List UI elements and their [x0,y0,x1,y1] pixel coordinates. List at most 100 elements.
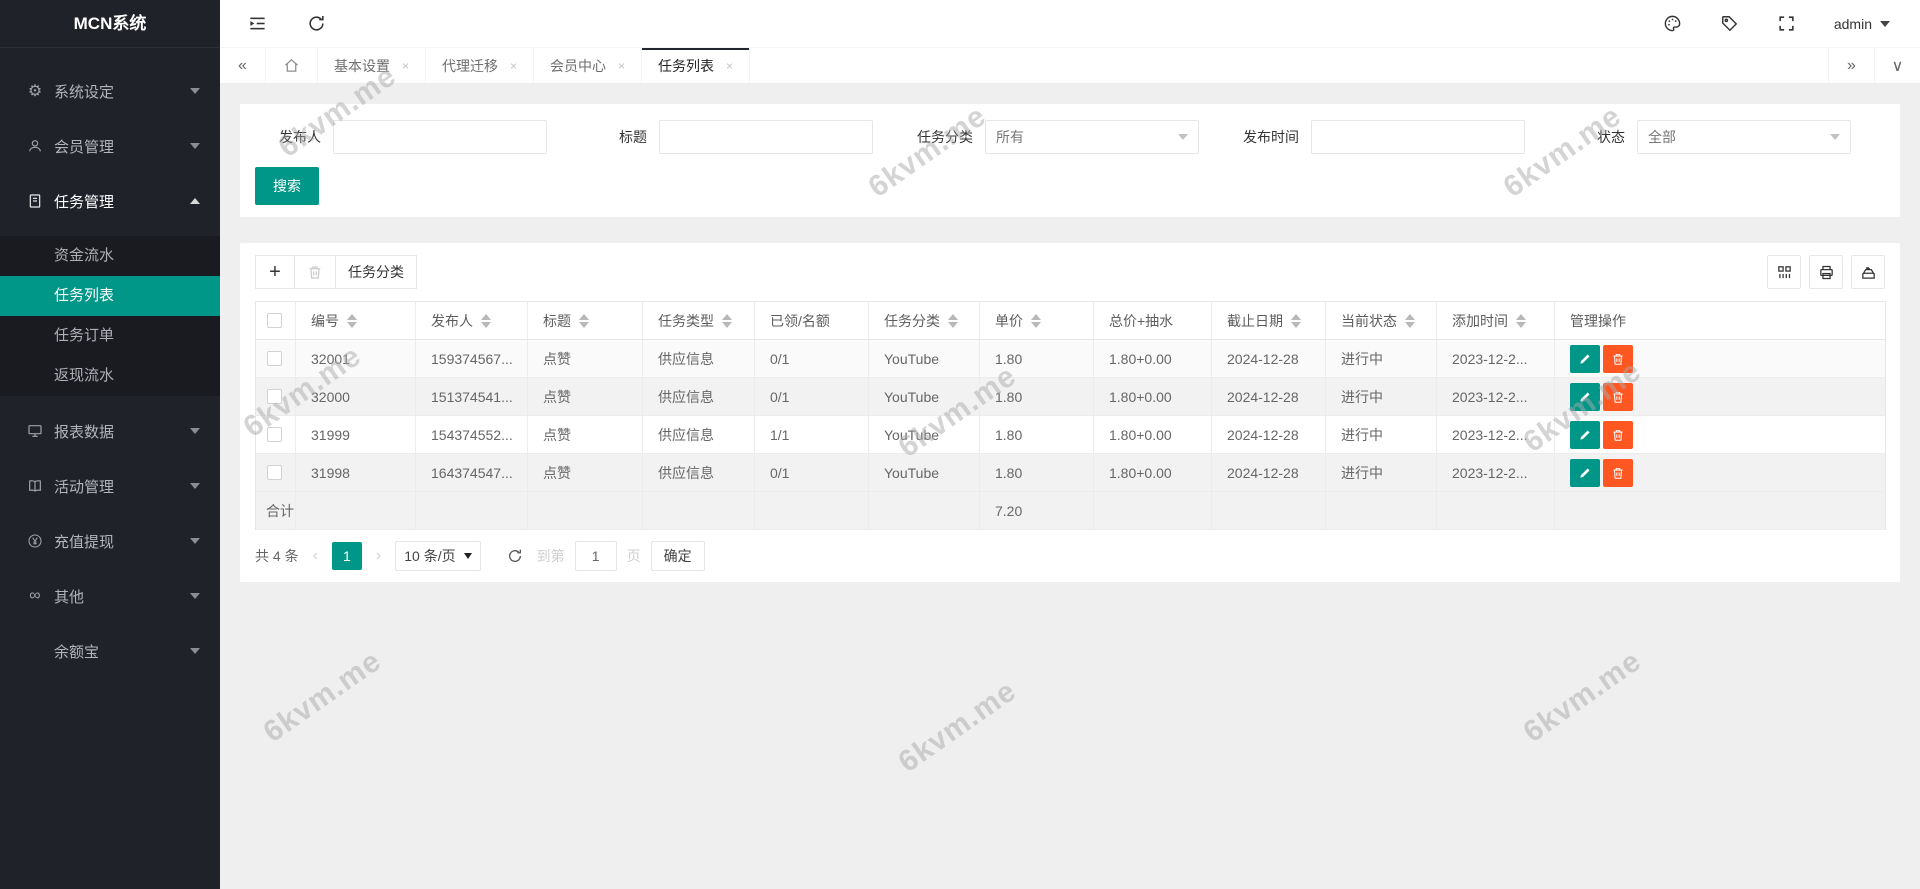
tabs-container: 基本设置 × 代理迁移 × 会员中心 × 任务列表 × [318,48,1828,83]
sort-asc-icon [579,313,589,320]
add-button[interactable]: + [255,255,295,289]
sidebar-item[interactable]: 会员管理 [0,126,220,166]
sidebar-item[interactable]: ∞ 其他 [0,576,220,616]
cell-added-time: 2023-12-2... [1436,339,1555,378]
close-tab-icon[interactable]: × [510,59,517,73]
cell-claimed-quota: 0/1 [754,453,869,492]
page-size-select[interactable]: 10 条/页 [395,541,481,571]
tabs-menu-button[interactable]: ∨ [1874,48,1920,83]
fullscreen-icon[interactable] [1777,14,1796,33]
sidebar-item[interactable]: ⚙ 系统设定 [0,71,220,111]
filter-select[interactable]: 所有 [985,120,1199,154]
sort-asc-icon [722,313,732,320]
sidebar-subitem[interactable]: 返现流水 [0,356,220,396]
tab[interactable]: 基本设置 × [318,48,427,83]
cell-claimed-quota: 1/1 [754,415,869,454]
goto-confirm-button[interactable]: 确定 [650,541,705,571]
sidebar-subitem[interactable]: 任务列表 [0,276,220,316]
sidebar-item[interactable]: 任务管理 [0,181,220,221]
sort-icon[interactable] [722,313,732,328]
delete-selected-button[interactable] [294,255,336,289]
sort-icon[interactable] [347,313,357,328]
row-checkbox[interactable] [267,465,282,480]
cell-status: 进行中 [1325,377,1437,416]
pagination-total: 共 4 条 [255,548,299,564]
filter-field: 任务分类 所有 [907,120,1233,154]
sidebar-item[interactable]: 余额宝 [0,631,220,671]
cell-unit-price: 1.80 [979,377,1094,416]
row-checkbox[interactable] [267,427,282,442]
column-header: 单价 [979,301,1094,340]
delete-button[interactable] [1603,382,1633,411]
home-tab[interactable] [266,48,318,83]
select-all-checkbox[interactable] [267,313,282,328]
chevron-down-icon [190,593,200,599]
edit-button[interactable] [1570,344,1600,373]
theme-palette-icon[interactable] [1663,14,1682,33]
column-label: 标题 [543,312,571,329]
sort-icon[interactable] [1291,313,1301,328]
filter-label: 发布人 [279,129,321,145]
cell-unit-price: 1.80 [979,453,1094,492]
current-page-button[interactable]: 1 [331,542,362,570]
export-button[interactable] [1851,255,1885,289]
table-toolbar: + 任务分类 [255,255,1885,289]
tabs-scroll-left-button[interactable]: « [220,48,266,83]
sort-icon[interactable] [1516,313,1526,328]
sort-icon[interactable] [948,313,958,328]
sort-icon[interactable] [481,313,491,328]
tab[interactable]: 会员中心 × [534,48,643,83]
row-checkbox[interactable] [267,351,282,366]
column-header-inner: 已领/名额 [770,311,830,331]
total-unit-price-cell: 7.20 [979,491,1094,530]
print-button[interactable] [1809,255,1843,289]
pagination-refresh-icon[interactable] [507,548,523,564]
delete-button[interactable] [1603,420,1633,449]
sort-icon[interactable] [1405,313,1415,328]
filter-input[interactable] [1311,120,1525,154]
close-tab-icon[interactable]: × [402,59,409,73]
sidebar-item[interactable]: 充值提现 [0,521,220,561]
sidebar-subitem[interactable]: 资金流水 [0,236,220,276]
task-category-button[interactable]: 任务分类 [335,255,417,289]
user-menu[interactable]: admin [1834,16,1890,32]
printer-icon [1819,265,1833,279]
prev-page-button[interactable]: ‹ [309,547,322,565]
delete-button[interactable] [1603,458,1633,487]
sidebar-subitem[interactable]: 任务订单 [0,316,220,356]
pencil-icon [1580,391,1590,402]
column-label: 任务类型 [658,312,714,329]
next-page-button[interactable]: › [372,547,385,565]
sidebar-subitem-label: 任务列表 [54,287,115,304]
tab[interactable]: 任务列表 × [642,48,751,83]
refresh-icon[interactable] [307,14,326,33]
filter-input[interactable] [333,120,547,154]
edit-button[interactable] [1570,458,1600,487]
tab[interactable]: 代理迁移 × [426,48,535,83]
filter-select[interactable]: 全部 [1637,120,1851,154]
sort-icon[interactable] [579,313,589,328]
tag-icon[interactable] [1720,14,1739,33]
columns-filter-button[interactable] [1767,255,1801,289]
cell-id: 31999 [295,415,416,454]
sidebar-item[interactable]: 活动管理 [0,466,220,506]
filter-input[interactable] [659,120,873,154]
close-tab-icon[interactable]: × [726,59,733,73]
goto-page-input[interactable] [574,541,617,571]
sidebar-menu: ⚙ 系统设定会员管理任务管理资金流水任务列表任务订单 返现流水报表数据活动管理充值提… [0,48,220,671]
collapse-sidebar-icon[interactable] [248,14,267,33]
sort-icon[interactable] [1031,313,1041,328]
close-tab-icon[interactable]: × [618,59,625,73]
delete-button[interactable] [1603,344,1633,373]
main-area: admin « 基本设置 × 代理迁移 × 会员中心 × 任务列表 × » ∨ 发布人标题 任务… [220,0,1920,889]
edit-button[interactable] [1570,382,1600,411]
chevron-up-icon [190,198,200,204]
search-button[interactable]: 搜索 [255,167,319,205]
export-icon [1861,266,1875,279]
filter-label: 状态 [1597,129,1625,145]
home-icon [285,58,298,72]
edit-button[interactable] [1570,420,1600,449]
tabs-scroll-right-button[interactable]: » [1828,48,1874,83]
row-checkbox[interactable] [267,389,282,404]
sidebar-item[interactable]: 报表数据 [0,411,220,451]
